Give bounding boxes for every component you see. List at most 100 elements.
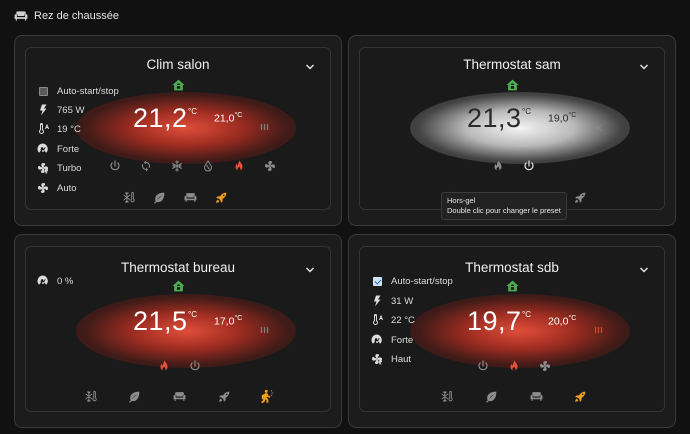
eco-leaf-icon: [128, 390, 141, 403]
preset-comfort-button[interactable]: [528, 388, 544, 404]
fan-force-value: Forte: [391, 334, 414, 346]
mode-cool-button[interactable]: [169, 158, 185, 174]
power-icon: [189, 360, 201, 372]
target-value: 17,0: [214, 315, 235, 328]
attr-power: 765 W: [37, 104, 84, 116]
chevron-down-icon[interactable]: [638, 264, 650, 276]
mode-fan-button[interactable]: [262, 158, 278, 174]
preset-eco-button[interactable]: [151, 189, 167, 205]
mode-off-button[interactable]: [475, 358, 491, 374]
home-icon: [506, 79, 519, 91]
target-unit: °C: [234, 315, 243, 322]
card-title[interactable]: Clim salon: [26, 57, 330, 72]
thermostat-panel: Thermostat sdb 19,7 °C 20,0°C Auto-start…: [359, 246, 665, 412]
preset-tooltip: Hors-gel Double clic pour changer le pre…: [441, 192, 567, 221]
current-temperature: 19,7: [467, 306, 522, 336]
flame-icon: [233, 160, 245, 172]
card-title[interactable]: Thermostat sdb: [360, 260, 664, 275]
attr-autostart[interactable]: Auto-start/stop: [37, 85, 119, 97]
tooltip-title: Hors-gel: [447, 196, 476, 205]
turbo-value: Turbo: [57, 162, 82, 174]
preset-eco-button[interactable]: [483, 388, 499, 404]
preset-presence-button[interactable]: [260, 388, 276, 404]
outdoor-temp-value: 22 °C: [391, 314, 415, 326]
target-temperature[interactable]: 21,0°C: [214, 112, 242, 125]
water-icon: [202, 160, 214, 172]
frost-protection-icon: [122, 191, 135, 204]
chevron-down-icon[interactable]: [304, 264, 316, 276]
thermometer-icon: [37, 123, 49, 135]
boost-rocket-icon: [574, 390, 587, 403]
attr-fan-mode: Haut: [371, 353, 411, 365]
target-temperature[interactable]: 20,0°C: [548, 315, 576, 328]
home-icon: [506, 280, 519, 292]
flame-icon: [158, 360, 170, 372]
preset-eco-button[interactable]: [126, 388, 142, 404]
autostart-checkbox[interactable]: [38, 86, 48, 96]
boost-rocket-icon: [574, 191, 587, 204]
target-value: 20,0: [548, 315, 569, 328]
target-unit: °C: [568, 315, 577, 322]
mode-off-button[interactable]: [107, 158, 123, 174]
current-temperature: 21,5: [133, 306, 188, 336]
target-temperature[interactable]: 17,0°C: [214, 315, 242, 328]
mode-heat-button[interactable]: [490, 158, 506, 174]
flame-icon: [508, 360, 520, 372]
mode-off-button[interactable]: [521, 158, 537, 174]
fan-icon: [539, 360, 551, 372]
temperature-unit: °C: [522, 107, 531, 116]
mode-fan-button[interactable]: [537, 358, 553, 374]
fan-icon: [37, 182, 49, 194]
heatwave-icon: [259, 325, 271, 337]
windsock-icon: [37, 143, 49, 155]
card-title[interactable]: Thermostat bureau: [26, 260, 330, 275]
autostart-checkbox[interactable]: [372, 276, 382, 286]
thermostat-panel: Clim salon 21,2 °C 21,0°C Auto-start/sto…: [25, 47, 331, 210]
preset-boost-button[interactable]: [572, 189, 588, 205]
thermometer-icon: [371, 314, 383, 326]
attr-outdoor-temp: 19 °C: [37, 123, 81, 135]
attr-power: 31 W: [371, 295, 413, 307]
fan-mode-value: Haut: [391, 353, 412, 365]
preset-comfort-button[interactable]: [182, 189, 198, 205]
snowflake-icon: [171, 160, 183, 172]
mode-heat-button[interactable]: [156, 358, 172, 374]
target-temperature[interactable]: 19,0°C: [548, 112, 576, 125]
temperature-unit: °C: [522, 310, 531, 319]
eco-leaf-icon: [153, 191, 166, 204]
lightning-bolt-icon: [371, 295, 383, 307]
mode-heat-button[interactable]: [506, 358, 522, 374]
card-title[interactable]: Thermostat sam: [360, 57, 664, 72]
mode-off-button[interactable]: [187, 358, 203, 374]
target-value: 21,0: [214, 112, 235, 125]
attr-outdoor-temp: 22 °C: [371, 314, 415, 326]
preset-boost-button[interactable]: [216, 388, 232, 404]
lightning-bolt-icon: [37, 104, 49, 116]
fan-icon: [264, 160, 276, 172]
mode-auto-button[interactable]: [138, 158, 154, 174]
sync-icon: [140, 160, 152, 172]
preset-frost-button[interactable]: [82, 388, 98, 404]
thermostat-panel: Thermostat bureau 21,5 °C 17,0°C 0 %: [25, 246, 331, 412]
mode-dry-button[interactable]: [200, 158, 216, 174]
thermostat-panel: Thermostat sam 21,3 °C 19,0°C: [359, 47, 665, 210]
preset-boost-button[interactable]: [213, 189, 229, 205]
home-icon: [172, 280, 185, 292]
preset-boost-button[interactable]: [572, 388, 588, 404]
home-icon: [172, 79, 185, 91]
mode-heat-button[interactable]: [231, 158, 247, 174]
chevron-down-icon[interactable]: [638, 61, 650, 73]
presence-walk-icon: [261, 389, 275, 403]
attr-fan-force: Forte: [37, 143, 79, 155]
preset-comfort-button[interactable]: [171, 388, 187, 404]
section-header: Rez de chaussée: [14, 10, 119, 22]
current-temperature: 21,3: [467, 103, 522, 133]
preset-frost-button[interactable]: [120, 189, 136, 205]
fan-mode-value: Auto: [57, 182, 77, 194]
attr-autostart[interactable]: Auto-start/stop: [371, 275, 453, 287]
target-value: 19,0: [548, 112, 569, 125]
preset-frost-button[interactable]: [438, 388, 454, 404]
fan-speed-icon: [371, 353, 383, 365]
eco-leaf-icon: [485, 390, 498, 403]
chevron-down-icon[interactable]: [304, 61, 316, 73]
